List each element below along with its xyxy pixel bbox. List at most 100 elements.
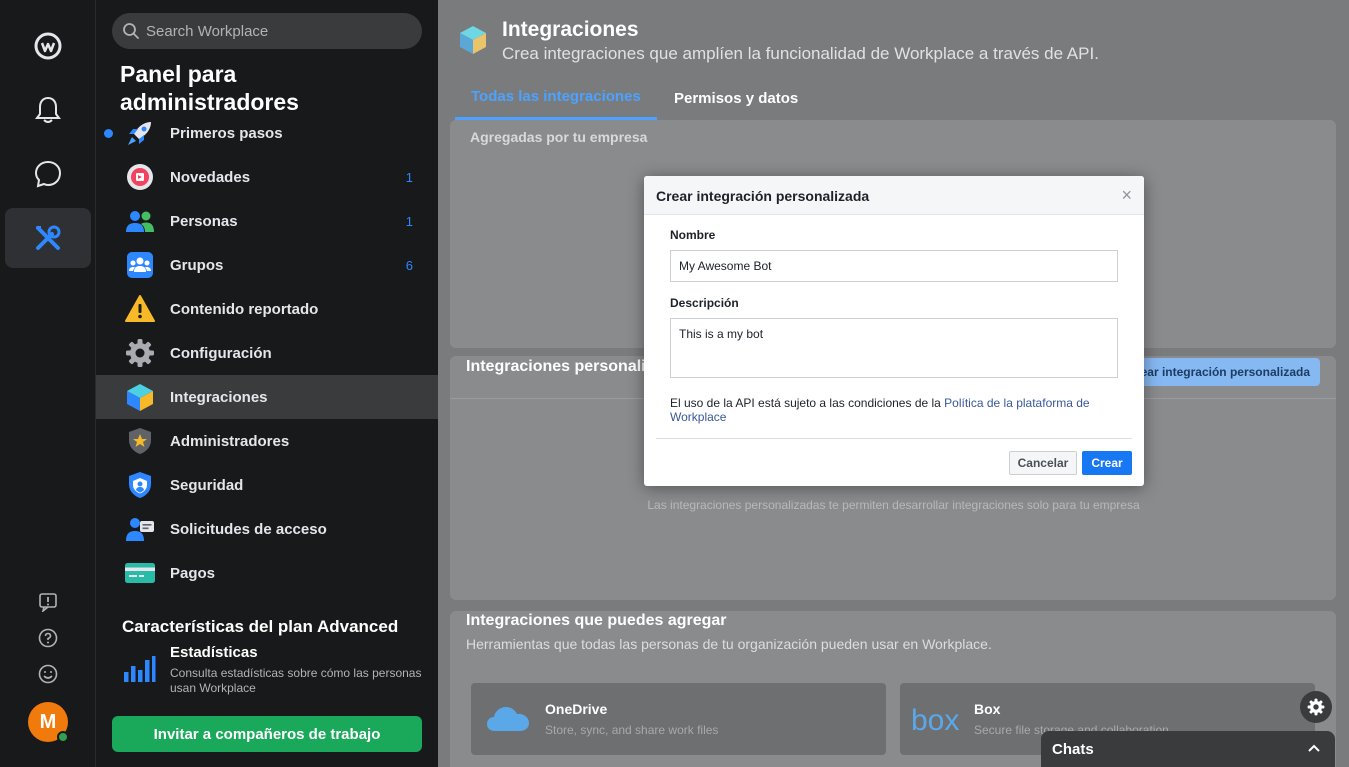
- integrations-cube-icon: [460, 26, 486, 54]
- bell-icon: [35, 96, 61, 123]
- bar-chart-icon: [124, 656, 156, 682]
- sidebar-item-primeros-pasos[interactable]: Primeros pasos: [96, 111, 438, 155]
- tab-todas-las-integraciones[interactable]: Todas las integraciones: [455, 76, 657, 120]
- onedrive-cloud-icon: [487, 707, 529, 731]
- available-integrations-heading: Integraciones que puedes agregar: [466, 612, 727, 629]
- stats-title: Estadísticas: [170, 644, 258, 661]
- sidebar-item-label: Primeros pasos: [170, 124, 283, 142]
- create-button[interactable]: Crear: [1082, 451, 1132, 475]
- sidebar-item-novedades[interactable]: Novedades 1: [96, 155, 438, 199]
- page-subheading: Crea integraciones que amplíen la funcio…: [502, 44, 1099, 63]
- sidebar-item-grupos[interactable]: Grupos 6: [96, 243, 438, 287]
- close-icon[interactable]: ×: [1121, 185, 1132, 206]
- sidebar-item-count: 6: [405, 257, 413, 273]
- avatar-letter: M: [39, 710, 57, 733]
- avatar[interactable]: M: [28, 702, 69, 743]
- api-terms-text: El uso de la API está sujeto a las condi…: [670, 396, 1118, 424]
- sidebar-item-integraciones[interactable]: Integraciones: [96, 375, 438, 419]
- added-by-company-heading: Agregadas por tu empresa: [470, 129, 648, 145]
- create-integration-dialog: Crear integración personalizada × Nombre…: [644, 176, 1144, 486]
- sidebar-item-label: Solicitudes de acceso: [170, 520, 327, 538]
- gear-icon: [1307, 698, 1325, 716]
- sidebar-item-label: Integraciones: [170, 388, 268, 406]
- sidebar-item-contenido-reportado[interactable]: Contenido reportado: [96, 287, 438, 331]
- unread-dot: [104, 128, 113, 138]
- dialog-header: Crear integración personalizada ×: [644, 176, 1144, 215]
- app-name: Box: [974, 701, 1001, 717]
- left-rail: M: [0, 0, 96, 767]
- chats-label: Chats: [1052, 740, 1094, 758]
- name-label: Nombre: [670, 228, 716, 242]
- gear-icon: [124, 337, 156, 369]
- online-status-dot: [57, 731, 69, 743]
- custom-integrations-note: Las integraciones personalizadas te perm…: [647, 498, 1140, 512]
- workplace-logo-button[interactable]: [5, 16, 91, 76]
- name-field[interactable]: My Awesome Bot: [670, 250, 1118, 282]
- chat-button[interactable]: [5, 144, 91, 204]
- page-heading: Integraciones: [502, 18, 639, 41]
- sidebar-item-label: Configuración: [170, 344, 272, 362]
- divider: [656, 438, 1132, 439]
- workplace-logo-icon: [34, 32, 62, 60]
- box-logo-icon: box: [911, 704, 959, 735]
- sidebar-item-administradores[interactable]: Administradores: [96, 419, 438, 463]
- admin-tools-button[interactable]: [5, 208, 91, 268]
- report-button[interactable]: [36, 590, 60, 614]
- people-icon: [124, 205, 156, 237]
- sidebar-item-label: Administradores: [170, 432, 290, 450]
- plan-features-title: Características del plan Advanced: [122, 617, 399, 636]
- page-title: Panel para administradores: [120, 61, 299, 115]
- app-description: Store, sync, and share work files: [545, 723, 719, 737]
- description-label: Descripción: [670, 296, 739, 310]
- tools-icon: [36, 225, 61, 250]
- report-icon: [39, 593, 57, 612]
- rocket-icon: [124, 117, 156, 149]
- available-integrations-subheading: Herramientas que todas las personas de t…: [466, 636, 992, 652]
- card-icon: [124, 557, 156, 589]
- search-icon: [123, 23, 139, 39]
- sidebar-item-configuracion[interactable]: Configuración: [96, 331, 438, 375]
- sidebar-item-count: 1: [405, 213, 413, 229]
- cancel-button[interactable]: Cancelar: [1009, 451, 1077, 475]
- app-name: OneDrive: [545, 701, 608, 717]
- settings-floating-button[interactable]: [1300, 691, 1332, 723]
- tab-permisos-y-datos[interactable]: Permisos y datos: [658, 76, 814, 120]
- stats-link[interactable]: Estadísticas Consulta estadísticas sobre…: [122, 644, 422, 700]
- search-input[interactable]: Search Workplace: [112, 13, 422, 49]
- chat-bubble-icon: [34, 160, 62, 188]
- feedback-button[interactable]: [36, 662, 60, 686]
- sidebar-item-label: Contenido reportado: [170, 300, 319, 318]
- news-icon: [124, 161, 156, 193]
- warning-icon: [124, 293, 156, 325]
- groups-icon: [124, 249, 156, 281]
- create-custom-integration-button[interactable]: Crear integración personalizada: [1128, 358, 1320, 386]
- sidebar-item-seguridad[interactable]: Seguridad: [96, 463, 438, 507]
- sidebar-item-personas[interactable]: Personas 1: [96, 199, 438, 243]
- dialog-title: Crear integración personalizada: [656, 188, 870, 204]
- terms-prefix: El uso de la API está sujeto a las condi…: [670, 396, 945, 410]
- admin-shield-icon: [124, 425, 156, 457]
- sidebar-item-solicitudes-de-acceso[interactable]: Solicitudes de acceso: [96, 507, 438, 551]
- svg-text:box: box: [911, 704, 959, 735]
- description-field[interactable]: This is a my bot: [670, 318, 1118, 378]
- cube-icon: [124, 381, 156, 413]
- sidebar-item-label: Novedades: [170, 168, 251, 186]
- help-icon: [38, 628, 58, 648]
- search-placeholder: Search Workplace: [146, 22, 269, 40]
- app-card-onedrive[interactable]: OneDrive Store, sync, and share work fil…: [471, 683, 886, 755]
- help-button[interactable]: [36, 626, 60, 650]
- chats-bar[interactable]: Chats: [1041, 731, 1335, 767]
- sidebar-item-label: Pagos: [170, 564, 216, 582]
- stats-description: Consulta estadísticas sobre cómo las per…: [170, 666, 422, 695]
- invite-coworkers-button[interactable]: Invitar a compañeros de trabajo: [112, 716, 422, 752]
- access-request-icon: [124, 513, 156, 545]
- sidebar-item-label: Seguridad: [170, 476, 244, 494]
- smiley-icon: [38, 664, 58, 684]
- sidebar-item-label: Grupos: [170, 256, 224, 274]
- sidebar-item-count: 1: [405, 169, 413, 185]
- sidebar-item-pagos[interactable]: Pagos: [96, 551, 438, 595]
- chevron-up-icon: [1308, 744, 1320, 752]
- security-shield-icon: [124, 469, 156, 501]
- admin-sidebar: Search Workplace Panel para administrado…: [96, 0, 438, 767]
- notifications-button[interactable]: [5, 80, 91, 140]
